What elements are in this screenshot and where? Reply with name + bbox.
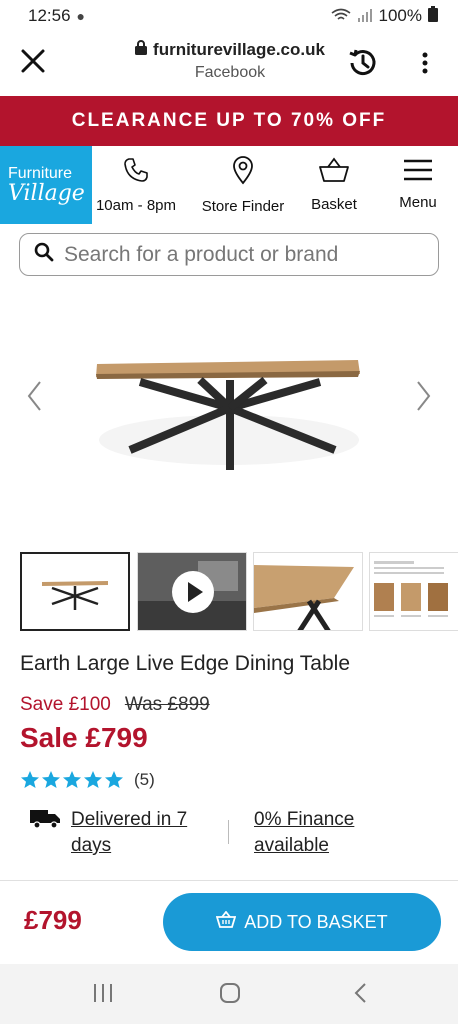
url-source: Facebook [194, 64, 266, 81]
star-rating [20, 770, 124, 790]
product-rating[interactable]: (5) [20, 770, 155, 790]
star-icon [42, 771, 60, 788]
sale-price: Sale £799 [20, 722, 148, 753]
browser-toolbar: furniturevillage.co.uk Facebook [0, 32, 458, 96]
lock-icon [135, 40, 148, 60]
play-icon [171, 570, 215, 619]
was-price: Was £899 [124, 694, 210, 715]
recent-apps-icon[interactable] [92, 982, 114, 1009]
store-finder-link[interactable]: Store Finder [194, 146, 292, 224]
banner-text: CLEARANCE UP TO 70% OFF [71, 110, 387, 131]
carousel-next-icon[interactable] [416, 380, 432, 420]
url-display[interactable]: furniturevillage.co.uk Facebook [120, 40, 340, 82]
basket-label: Basket [311, 196, 357, 213]
basket-icon [216, 910, 237, 933]
review-count: (5) [134, 770, 155, 789]
wifi-icon [331, 8, 351, 25]
divider [228, 820, 229, 844]
more-options-icon[interactable] [418, 50, 432, 78]
signal-icon [357, 8, 373, 25]
product-title: Earth Large Live Edge Dining Table [20, 652, 351, 675]
battery-icon [428, 5, 438, 27]
site-header: Furniture Village 10am - 8pm Store Finde… [0, 146, 458, 224]
thumbnail-4[interactable] [369, 552, 458, 631]
finance-line-1: 0% Finance [254, 809, 355, 830]
star-icon [84, 771, 102, 788]
status-bar: 12:56 ● 100% [0, 0, 458, 32]
close-icon[interactable] [18, 46, 48, 76]
status-time: 12:56 [28, 6, 71, 25]
thumbnail-strip [20, 552, 458, 632]
hamburger-menu-icon [403, 159, 433, 186]
delivery-line-2: days [71, 835, 112, 856]
history-icon[interactable] [346, 46, 380, 80]
sticky-purchase-bar: £799 ADD TO BASKET [0, 880, 458, 964]
delivery-truck-icon [30, 808, 62, 835]
finance-line-2: available [254, 835, 329, 856]
battery-level: 100% [378, 6, 422, 25]
thumbnail-1[interactable] [20, 552, 130, 631]
basket-link[interactable]: Basket [302, 146, 366, 224]
menu-button[interactable]: Menu [388, 146, 448, 224]
globe-icon: ● [76, 8, 86, 24]
home-icon[interactable] [219, 982, 241, 1009]
add-to-basket-button[interactable]: ADD TO BASKET [163, 893, 441, 951]
android-navigation-bar [0, 964, 458, 1024]
save-amount: Save £100 [20, 694, 111, 715]
clearance-banner[interactable]: CLEARANCE UP TO 70% OFF [0, 96, 458, 146]
add-to-basket-label: ADD TO BASKET [244, 911, 388, 932]
carousel-prev-icon[interactable] [26, 380, 42, 420]
sticky-price: £799 [24, 905, 82, 935]
furniture-village-logo[interactable]: Furniture Village [0, 146, 92, 224]
location-pin-icon [231, 155, 255, 190]
opening-hours-link[interactable]: 10am - 8pm [90, 146, 182, 224]
product-main-image[interactable] [0, 300, 458, 530]
menu-label: Menu [399, 194, 437, 211]
delivery-line-1: Delivered in 7 [71, 809, 188, 830]
search-input[interactable]: Search for a product or brand [19, 233, 439, 276]
search-icon [34, 242, 54, 267]
delivery-finance-row: Delivered in 7 days 0% Finance available [30, 806, 450, 866]
back-icon[interactable] [352, 982, 368, 1009]
basket-icon [318, 157, 350, 188]
logo-bottom-text: Village [8, 180, 85, 206]
store-finder-label: Store Finder [201, 198, 285, 215]
star-icon [63, 771, 81, 788]
phone-icon [122, 156, 150, 189]
search-placeholder: Search for a product or brand [64, 242, 339, 266]
price-savings: Save £100 Was £899 [20, 694, 210, 716]
url-text: furniturevillage.co.uk [153, 40, 325, 59]
thumbnail-3[interactable] [253, 552, 363, 631]
video-thumbnail[interactable] [137, 552, 247, 631]
hours-label: 10am - 8pm [95, 197, 177, 214]
star-icon [105, 771, 123, 788]
star-icon [21, 771, 39, 788]
